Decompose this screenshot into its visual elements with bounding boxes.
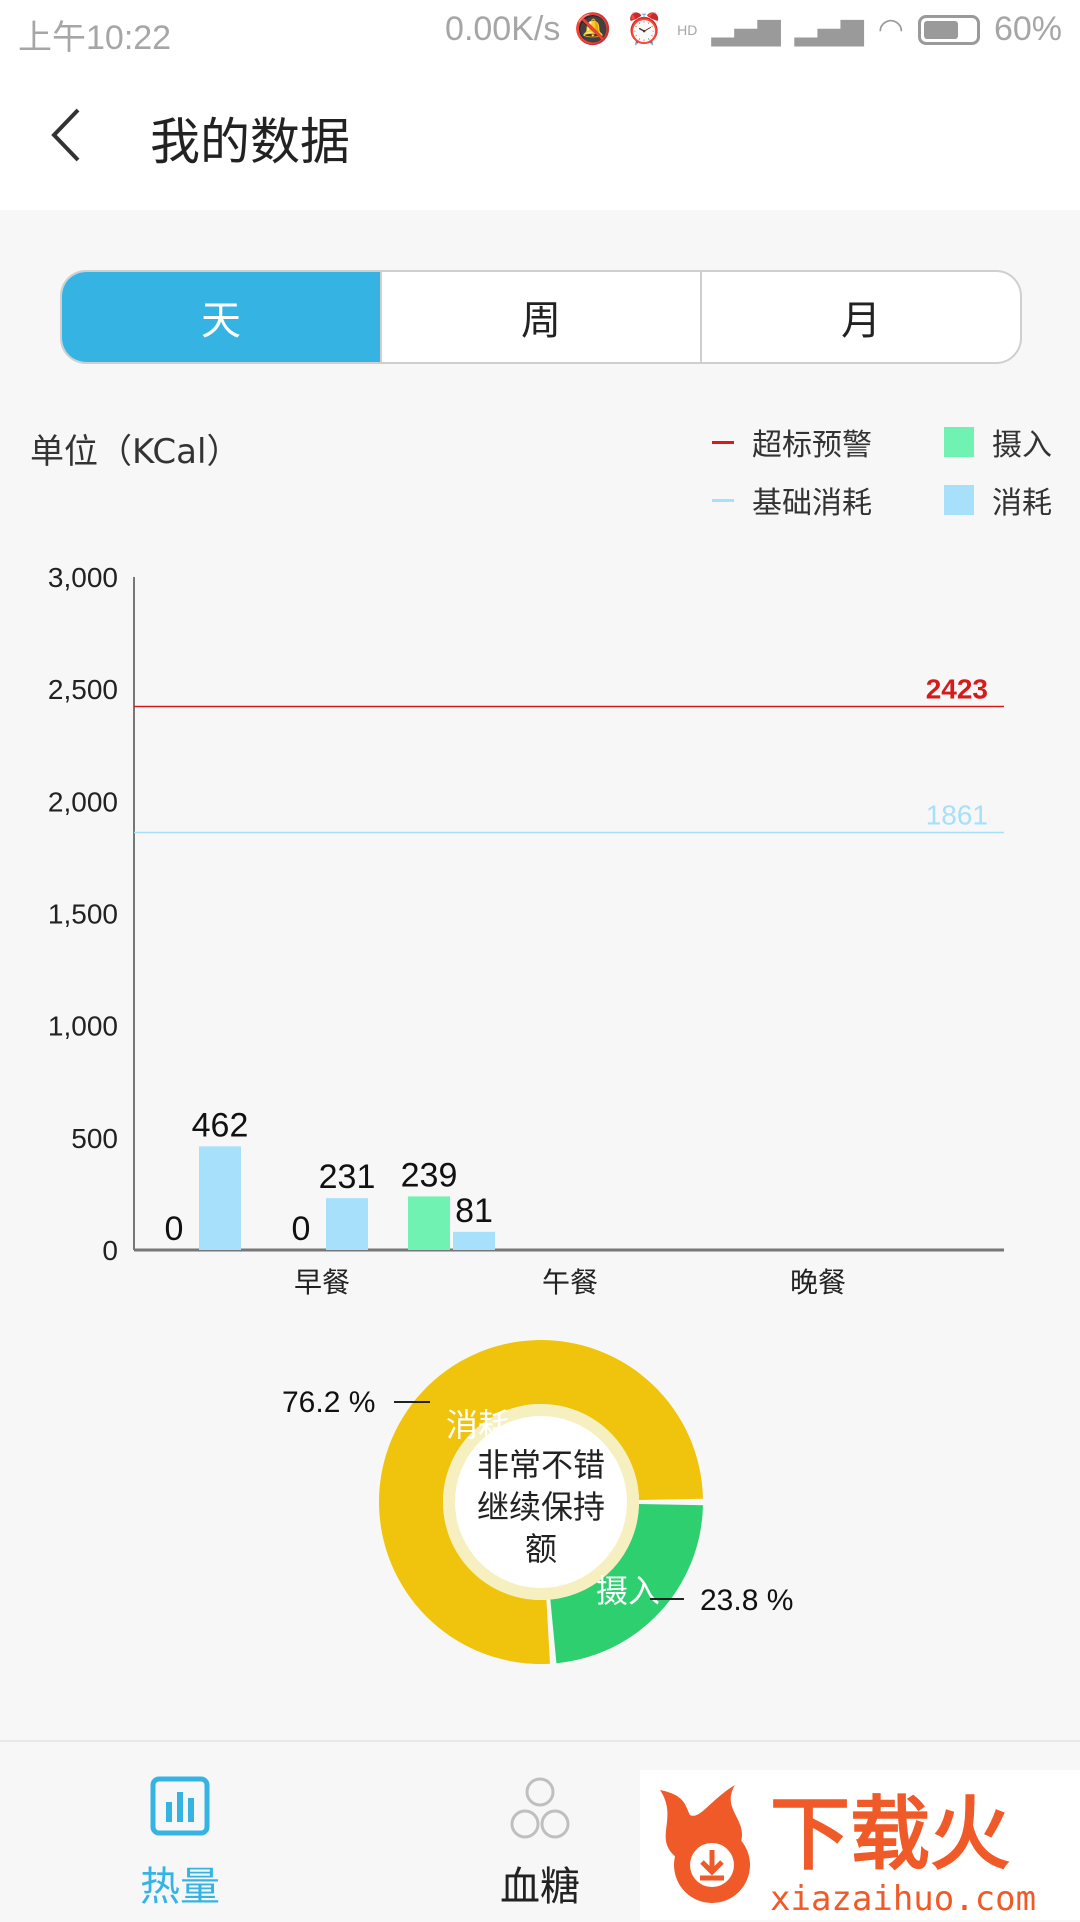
mute-icon: 🔕 <box>574 12 612 47</box>
chart-icon <box>150 1776 210 1840</box>
watermark-logo: 下载火 xiazaihuo.com <box>640 1770 1080 1920</box>
legend-label: 基础消耗 <box>752 486 872 521</box>
molecule-icon <box>507 1776 573 1846</box>
bar-data-label: 462 <box>192 1106 249 1144</box>
app-bar: 我的数据 <box>0 62 1080 210</box>
svg-text:xiazaihuo.com: xiazaihuo.com <box>770 1879 1036 1919</box>
reference-line-label: 2423 <box>926 673 988 704</box>
back-button[interactable] <box>40 100 100 170</box>
consumption-swatch <box>944 485 974 515</box>
legend-base-consumption: 基础消耗 <box>712 478 872 522</box>
bar-data-label: 0 <box>165 1210 184 1248</box>
alarm-icon: ⏰ <box>625 12 664 47</box>
bar-data-label: 239 <box>401 1156 458 1194</box>
base-line-swatch <box>712 498 734 502</box>
status-icons: 0.00K/s 🔕 ⏰ HD ▂▄▆ ▂▄▆ ◠ 60% <box>445 10 1062 49</box>
battery-level: 60% <box>993 10 1062 48</box>
bar-consumption <box>453 1231 495 1250</box>
donut-label-intake: 摄入 <box>596 1572 660 1610</box>
tab-week[interactable]: 周 <box>380 272 700 362</box>
signal-icon-2: ▂▄▆ <box>794 12 864 47</box>
chevron-left-icon <box>51 108 80 162</box>
network-speed: 0.00K/s <box>445 10 561 48</box>
bar-consumption <box>326 1198 368 1250</box>
svg-text:下载火: 下载火 <box>770 1788 1010 1881</box>
y-tick-label: 2,500 <box>48 674 118 705</box>
donut-center-text: 额 <box>525 1530 557 1568</box>
x-category-label: 午餐 <box>542 1266 598 1299</box>
bar-data-label: 231 <box>319 1158 376 1196</box>
calorie-donut-chart: 非常不错继续保持额 消耗摄入 76.2 % 23.8 % <box>282 1340 793 1664</box>
y-tick-label: 1,000 <box>48 1011 118 1042</box>
y-tick-label: 500 <box>71 1123 118 1154</box>
donut-percent-intake: 23.8 % <box>700 1584 793 1617</box>
legend-consumption: 消耗 <box>944 478 1052 522</box>
intake-swatch <box>944 427 974 457</box>
donut-center-text: 继续保持 <box>477 1488 605 1526</box>
legend-label: 超标预警 <box>752 428 872 463</box>
calorie-bar-chart: 0 500 1,000 1,500 2,000 2,500 3,000 2423 1861 早餐 午… <box>48 562 1004 1299</box>
legend-label: 摄入 <box>992 428 1052 463</box>
legend-intake: 摄入 <box>944 420 1052 464</box>
bar-consumption <box>199 1146 241 1250</box>
period-tabs: 天 周 月 <box>60 270 1022 364</box>
bar-data-label: 81 <box>455 1192 493 1230</box>
tab-month[interactable]: 月 <box>700 272 1020 362</box>
network-type: HD <box>677 21 698 38</box>
x-category-label: 晚餐 <box>790 1266 846 1299</box>
donut-label-consumption: 消耗 <box>446 1406 510 1444</box>
x-category-label: 早餐 <box>294 1266 350 1299</box>
status-time: 上午10:22 <box>18 19 172 57</box>
wifi-icon: ◠ <box>877 12 904 47</box>
tab-day[interactable]: 天 <box>62 272 380 362</box>
reference-line-label: 1861 <box>926 800 988 831</box>
y-tick-label: 3,000 <box>48 562 118 593</box>
donut-percent-consumption: 76.2 % <box>282 1386 375 1419</box>
nav-label-heat: 热量 <box>140 1864 220 1910</box>
signal-icon: ▂▄▆ <box>711 12 781 47</box>
nav-item-heat[interactable]: 热量 <box>0 1742 360 1922</box>
page-title: 我的数据 <box>150 113 350 171</box>
bar-data-label: 0 <box>292 1210 311 1248</box>
y-tick-label: 0 <box>102 1235 118 1266</box>
bar-intake <box>408 1196 450 1250</box>
legend-label: 消耗 <box>992 486 1052 521</box>
y-tick-label: 1,500 <box>48 899 118 930</box>
warning-line-swatch <box>712 440 734 444</box>
donut-center-text: 非常不错 <box>477 1446 605 1484</box>
battery-icon <box>917 14 980 45</box>
y-tick-label: 2,000 <box>48 786 118 817</box>
legend-over-warning: 超标预警 <box>712 420 872 464</box>
status-bar: 上午10:22 0.00K/s 🔕 ⏰ HD ▂▄▆ ▂▄▆ ◠ 60% <box>0 0 1080 62</box>
chart-unit-label: 单位（KCal） <box>30 432 241 472</box>
